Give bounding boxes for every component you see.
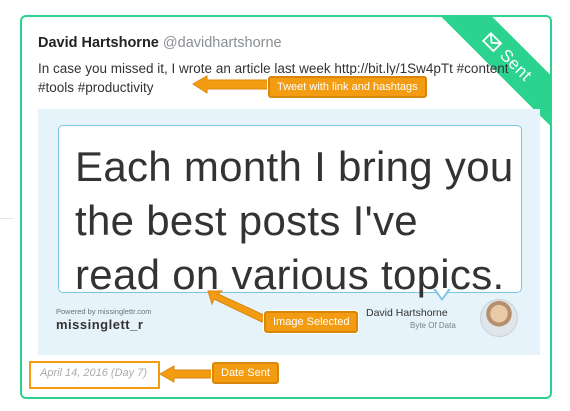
bubble-tail [433,288,451,301]
credit-name: David Hartshorne [366,307,448,319]
date-highlight-box [29,361,160,389]
powered-by-text: Powered by missinglettr.com [56,307,152,316]
author-name: David Hartshorne [38,35,159,51]
envelope-icon [481,31,502,52]
quote-line: Each month I bring you [75,143,514,190]
callout-tweet: Tweet with link and hashtags [268,76,427,98]
scheduled-post-card[interactable]: Sent David Hartshorne @davidhartshorne I… [20,15,552,399]
quote-text: Each month I bring you the best posts I'… [75,140,514,302]
credit-subtitle: Byte Of Data [410,321,456,330]
quote-line: the best posts I've [75,197,418,244]
author-handle: @davidhartshorne [162,35,282,51]
avatar [480,299,518,337]
callout-date: Date Sent [212,362,279,384]
left-divider [0,218,14,219]
callout-image: Image Selected [264,311,359,333]
missinglettr-logo: missinglett_r [56,317,144,332]
tweet-author: David Hartshorne @davidhartshorne [38,35,282,51]
quote-bubble: Each month I bring you the best posts I'… [58,125,522,298]
